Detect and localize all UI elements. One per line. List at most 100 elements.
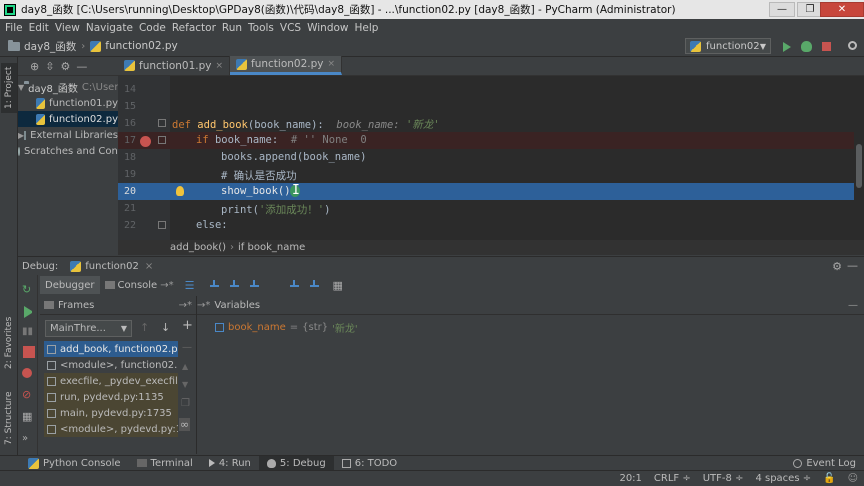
tab-function01[interactable]: function01.py ×: [118, 56, 231, 75]
frame-up-icon[interactable]: ↑: [140, 321, 149, 334]
variables-panel: →* Variables — book_name = {str} '新龙': [197, 296, 864, 454]
remove-icon[interactable]: —: [182, 342, 192, 353]
fold-icon[interactable]: [158, 221, 166, 229]
step-into-icon[interactable]: [228, 279, 240, 291]
tool-python-console[interactable]: Python Console: [20, 456, 129, 471]
lock-icon[interactable]: 🔓: [817, 473, 841, 484]
evaluate-expression-icon[interactable]: ▦: [332, 279, 342, 292]
view-breakpoints-icon[interactable]: [22, 368, 32, 378]
inspector-icon[interactable]: ☺: [842, 473, 864, 484]
expand-icon[interactable]: »: [22, 433, 34, 445]
layout-icon[interactable]: ▦: [22, 410, 34, 423]
menu-refactor[interactable]: Refactor: [169, 22, 219, 34]
tab-console[interactable]: Console →*: [100, 276, 179, 294]
pause-icon[interactable]: ▮▮: [22, 326, 34, 338]
breadcrumb-function[interactable]: add_book(): [170, 242, 226, 253]
rerun-icon[interactable]: ↻: [22, 283, 34, 296]
close-tab-icon[interactable]: ×: [215, 61, 223, 71]
glasses-icon[interactable]: ∞: [179, 418, 191, 431]
tree-file-function02[interactable]: function02.py: [18, 111, 118, 127]
tab-debugger[interactable]: Debugger: [40, 276, 100, 294]
menu-help[interactable]: Help: [352, 22, 382, 34]
tree-file-function01[interactable]: function01.py: [18, 95, 118, 111]
thread-select[interactable]: MainThre... ▼: [45, 320, 132, 337]
minimize-button[interactable]: —: [769, 2, 795, 17]
add-icon[interactable]: +: [182, 318, 193, 333]
nav-project-crumb[interactable]: day8_函数: [24, 39, 76, 54]
fold-icon[interactable]: [158, 119, 166, 127]
nav-file-crumb[interactable]: function02.py: [105, 40, 177, 52]
target-icon[interactable]: ⊕: [30, 60, 39, 73]
move-down-icon[interactable]: ▼: [182, 380, 188, 389]
indent-setting[interactable]: 4 spaces ÷: [749, 473, 817, 484]
hide-icon[interactable]: —: [847, 259, 858, 272]
debug-bug-icon[interactable]: [801, 41, 812, 52]
menu-code[interactable]: Code: [136, 22, 169, 34]
frame-item[interactable]: execfile, _pydev_execfile.py: [44, 373, 178, 389]
menu-edit[interactable]: Edit: [26, 22, 52, 34]
file-encoding[interactable]: UTF-8 ÷: [697, 473, 750, 484]
hide-icon[interactable]: —: [76, 60, 87, 73]
close-tab-icon[interactable]: ×: [145, 261, 153, 272]
lightbulb-icon[interactable]: [176, 186, 184, 196]
tool-terminal[interactable]: Terminal: [129, 456, 201, 471]
tool-run[interactable]: 4: Run: [201, 456, 259, 471]
hide-icon[interactable]: —: [848, 300, 858, 311]
frame-item[interactable]: <module>, pydevd.py:174: [44, 421, 178, 437]
side-tab-favorites[interactable]: 2: Favorites: [1, 315, 17, 371]
step-out-icon[interactable]: [288, 279, 300, 291]
menu-vcs[interactable]: VCS: [277, 22, 304, 34]
menu-tools[interactable]: Tools: [245, 22, 277, 34]
debug-session-tab[interactable]: function02: [85, 261, 139, 272]
step-into-my-code-icon[interactable]: [248, 279, 260, 291]
menu-file[interactable]: File: [2, 22, 26, 34]
stop-icon[interactable]: [822, 42, 831, 51]
move-up-icon[interactable]: ▲: [182, 362, 188, 371]
search-icon[interactable]: [848, 41, 857, 50]
run-config-select[interactable]: function02 ▼: [685, 38, 771, 54]
step-over-icon[interactable]: [208, 279, 220, 291]
frame-item[interactable]: run, pydevd.py:1135: [44, 389, 178, 405]
run-icon[interactable]: [783, 42, 791, 52]
scrollbar-thumb[interactable]: [856, 144, 862, 188]
frame-item[interactable]: main, pydevd.py:1735: [44, 405, 178, 421]
tool-todo[interactable]: 6: TODO: [334, 456, 405, 471]
line-separator[interactable]: CRLF ÷: [648, 473, 697, 484]
editor-scrollbar[interactable]: [854, 76, 864, 240]
frame-down-icon[interactable]: ↓: [161, 321, 170, 334]
breadcrumb-if[interactable]: if book_name: [238, 242, 305, 253]
frame-item[interactable]: add_book, function02.py:2: [44, 341, 178, 357]
tree-scratches[interactable]: Scratches and Cons: [18, 143, 118, 159]
stop-icon[interactable]: [23, 346, 35, 358]
variables-header: →* Variables —: [197, 296, 864, 315]
code-editor[interactable]: 14 15 16 def add_book(book_name): book_n…: [118, 76, 864, 240]
copy-icon[interactable]: ❐: [181, 398, 190, 409]
menu-lines-icon[interactable]: ☰: [185, 279, 195, 292]
close-tab-icon[interactable]: ×: [328, 59, 336, 69]
cursor-position[interactable]: 20:1: [613, 473, 647, 484]
force-step-into-icon[interactable]: [268, 279, 280, 291]
run-to-cursor-icon[interactable]: [308, 279, 320, 291]
menu-run[interactable]: Run: [219, 22, 245, 34]
collapse-icon[interactable]: ⇳: [45, 60, 54, 73]
tree-root[interactable]: ▼ day8_函数 C:\Users: [18, 79, 118, 95]
side-tab-project[interactable]: 1: Project: [1, 63, 17, 113]
variable-row[interactable]: book_name = {str} '新龙': [215, 320, 358, 335]
close-button[interactable]: ✕: [820, 2, 864, 17]
tool-event-log[interactable]: Event Log: [785, 456, 864, 471]
menu-view[interactable]: View: [52, 22, 83, 34]
code-token: show_book(): [221, 185, 291, 197]
frame-item[interactable]: <module>, function02.py:2: [44, 357, 178, 373]
gear-icon[interactable]: ⚙: [60, 60, 70, 73]
fold-icon[interactable]: [158, 136, 166, 144]
resume-icon[interactable]: [24, 306, 36, 318]
tool-debug[interactable]: 5: Debug: [258, 455, 334, 471]
tab-function02[interactable]: function02.py ×: [230, 56, 343, 75]
side-tab-structure[interactable]: 7: Structure: [1, 387, 17, 449]
menu-window[interactable]: Window: [304, 22, 351, 34]
breakpoint-icon[interactable]: [140, 136, 151, 147]
gear-icon[interactable]: ⚙: [832, 260, 842, 273]
tree-external-libraries[interactable]: ▶ External Libraries: [18, 127, 118, 143]
mute-breakpoints-icon[interactable]: ⊘: [22, 388, 34, 401]
menu-navigate[interactable]: Navigate: [83, 22, 136, 34]
